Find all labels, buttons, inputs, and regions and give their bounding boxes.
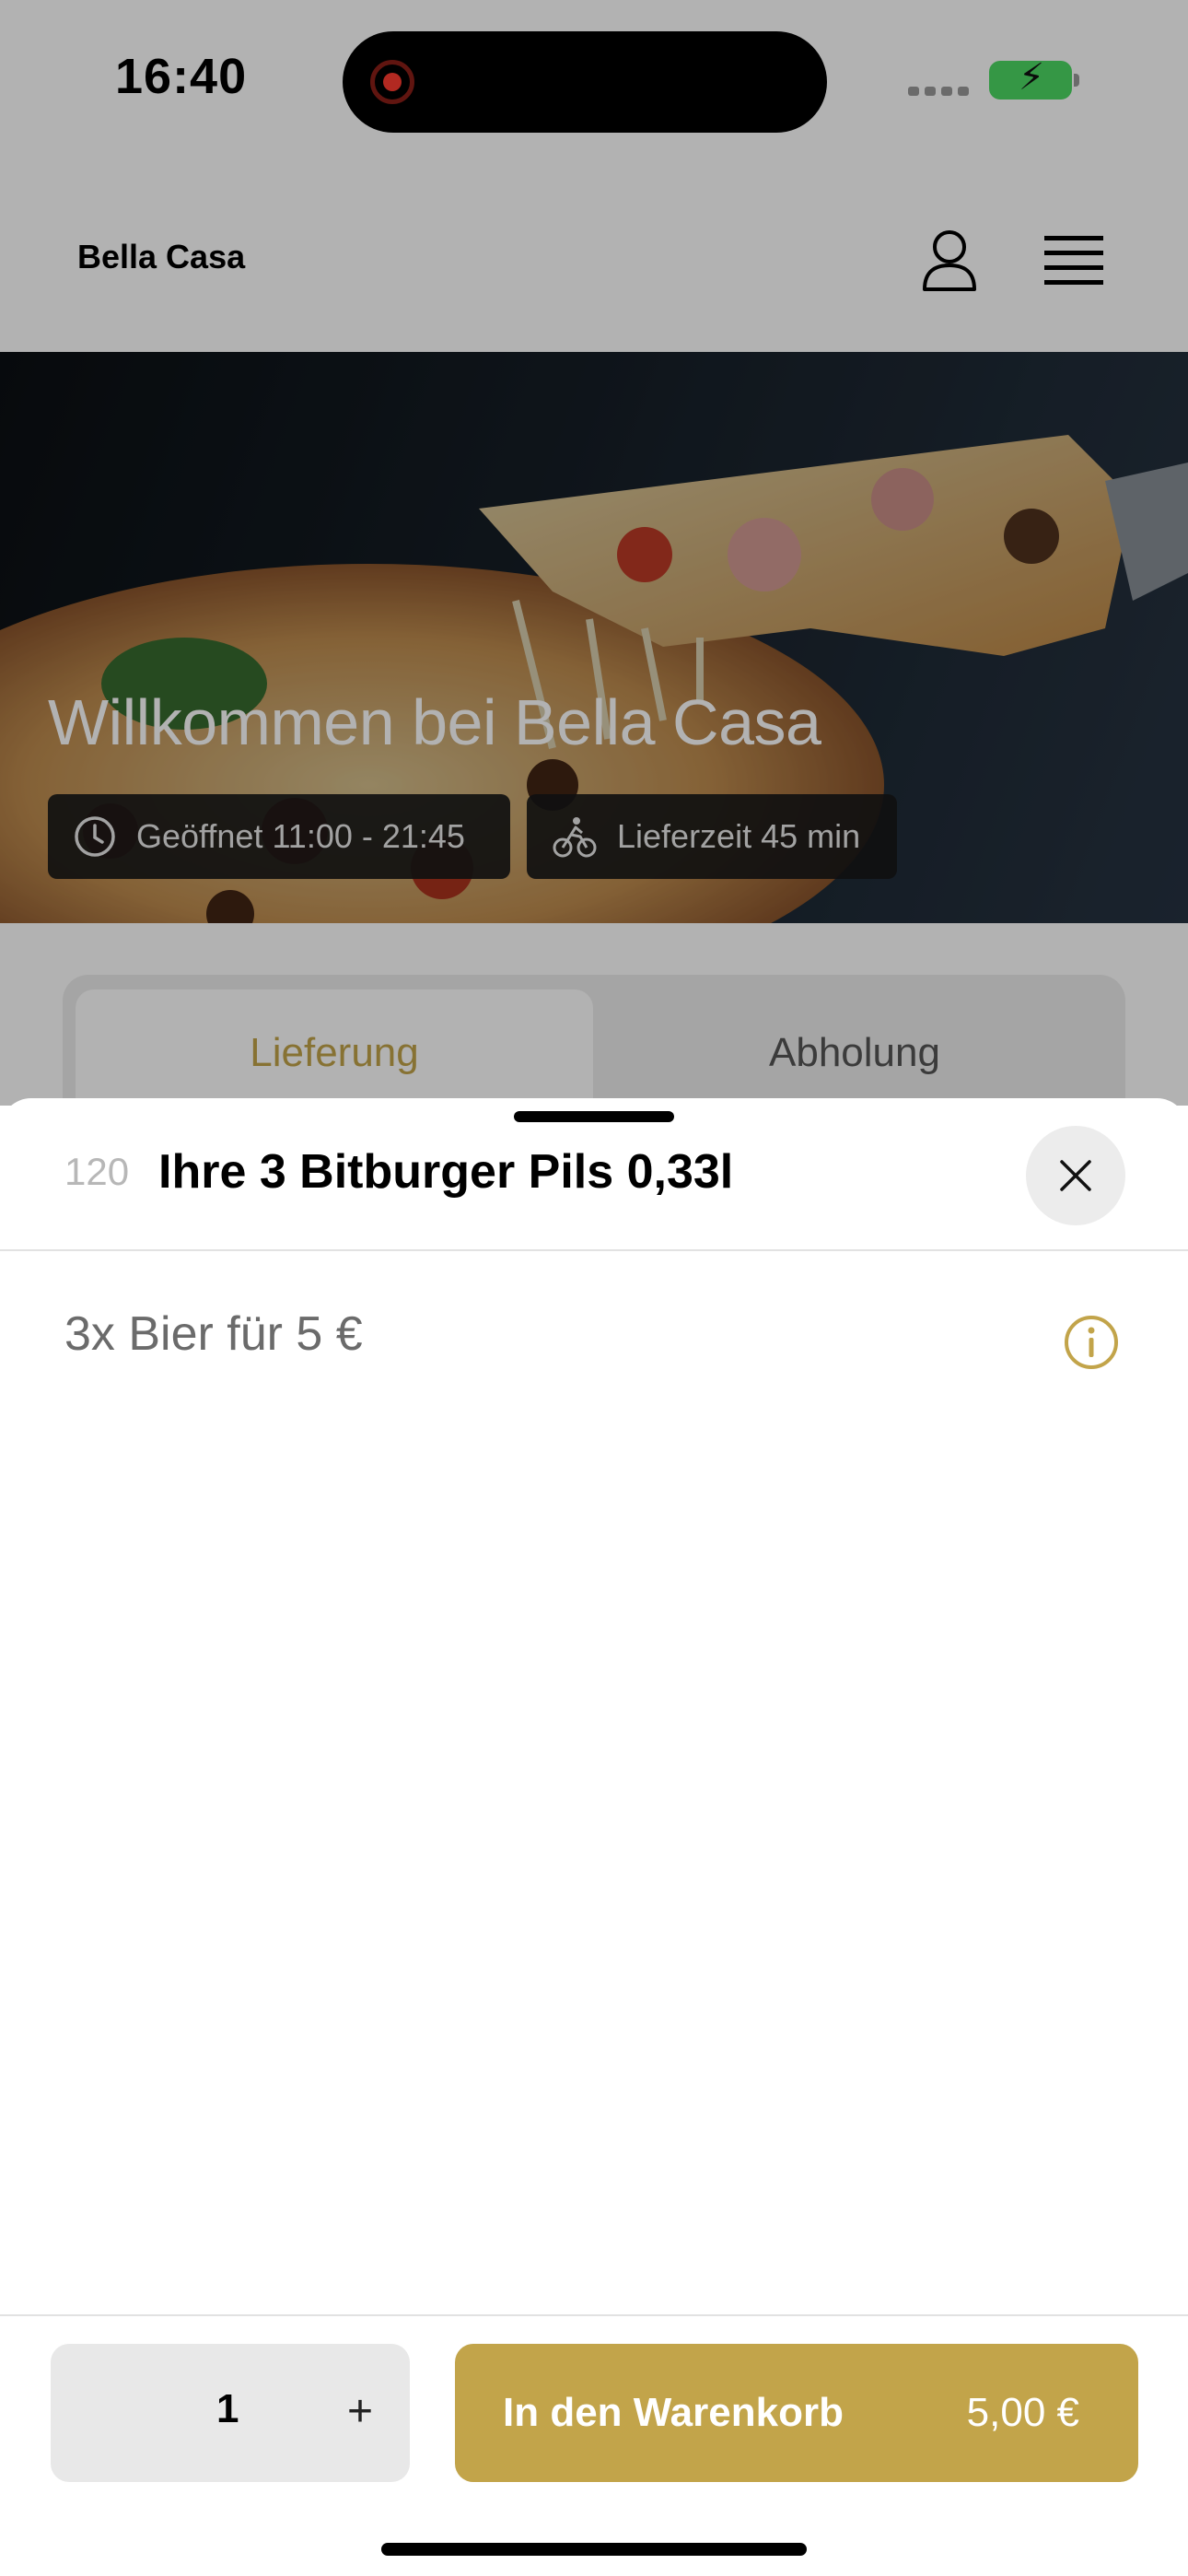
close-icon	[1060, 1160, 1091, 1191]
home-indicator[interactable]	[381, 2543, 807, 2556]
info-icon[interactable]	[1063, 1314, 1120, 1371]
sheet-footer: 1 + In den Warenkorb 5,00 €	[0, 2314, 1188, 2576]
item-number: 120	[64, 1150, 130, 1193]
sheet-header: 120 Ihre 3 Bitburger Pils 0,33l	[0, 1098, 1188, 1251]
add-to-cart-button[interactable]: In den Warenkorb 5,00 €	[455, 2344, 1138, 2482]
add-to-cart-label: In den Warenkorb	[503, 2390, 844, 2435]
modal-backdrop[interactable]	[0, 0, 1188, 1106]
quantity-value: 1	[216, 2386, 239, 2431]
close-button[interactable]	[1026, 1126, 1125, 1225]
quantity-stepper: 1 +	[51, 2344, 410, 2482]
product-sheet: 120 Ihre 3 Bitburger Pils 0,33l 3x Bier …	[0, 1098, 1188, 2576]
increment-button[interactable]: +	[327, 2379, 393, 2445]
item-title: Ihre 3 Bitburger Pils 0,33l	[158, 1145, 734, 1199]
item-description: 3x Bier für 5 €	[64, 1307, 363, 1361]
cart-price: 5,00 €	[966, 2390, 1079, 2435]
